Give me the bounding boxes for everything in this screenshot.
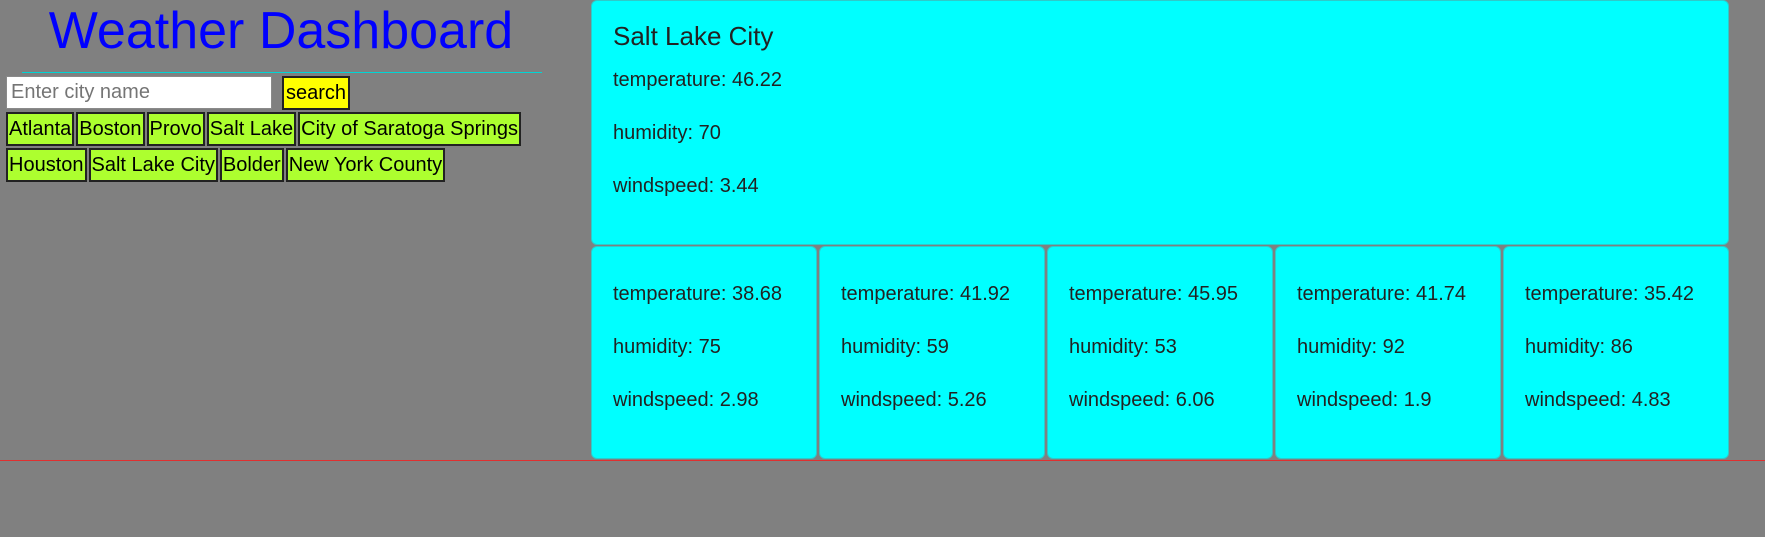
current-weather-card: Salt Lake City temperature: 46.22 humidi… xyxy=(591,0,1729,245)
forecast-humidity: humidity: 86 xyxy=(1525,336,1633,358)
forecast-windspeed: windspeed: 5.26 xyxy=(841,389,987,411)
app-root: Weather Dashboard search Atlanta Boston … xyxy=(0,0,1765,537)
history-city-button[interactable]: Atlanta xyxy=(6,112,75,146)
history-city-button[interactable]: New York County xyxy=(285,148,446,182)
forecast-temperature: temperature: 41.92 xyxy=(841,283,1010,305)
title-divider xyxy=(22,72,542,73)
history-city-button[interactable]: Bolder xyxy=(219,148,284,182)
page-title: Weather Dashboard xyxy=(48,2,514,60)
forecast-card: temperature: 38.68 humidity: 75 windspee… xyxy=(591,246,817,459)
forecast-temperature: temperature: 41.74 xyxy=(1297,283,1466,305)
history-city-button[interactable]: Salt Lake City xyxy=(88,148,218,182)
forecast-humidity: humidity: 53 xyxy=(1069,336,1177,358)
forecast-temperature: temperature: 45.95 xyxy=(1069,283,1238,305)
forecast-card: temperature: 41.92 humidity: 59 windspee… xyxy=(819,246,1045,459)
search-input[interactable] xyxy=(6,76,272,109)
history-row: Atlanta Boston Provo Salt Lake City of S… xyxy=(6,112,521,146)
search-button[interactable]: search xyxy=(282,76,351,110)
current-temperature: temperature: 46.22 xyxy=(613,69,782,91)
history-city-button[interactable]: City of Saratoga Springs xyxy=(298,112,521,146)
forecast-humidity: humidity: 92 xyxy=(1297,336,1405,358)
forecast-windspeed: windspeed: 6.06 xyxy=(1069,389,1215,411)
history-city-button[interactable]: Houston xyxy=(6,148,87,182)
current-humidity: humidity: 70 xyxy=(613,122,721,144)
current-windspeed: windspeed: 3.44 xyxy=(613,175,759,197)
forecast-card: temperature: 41.74 humidity: 92 windspee… xyxy=(1275,246,1501,459)
forecast-temperature: temperature: 38.68 xyxy=(613,283,782,305)
history-row: Houston Salt Lake City Bolder New York C… xyxy=(6,148,446,182)
current-city-name: Salt Lake City xyxy=(613,21,774,51)
forecast-windspeed: windspeed: 1.9 xyxy=(1297,389,1432,411)
history-city-button[interactable]: Boston xyxy=(76,112,145,146)
forecast-card: temperature: 35.42 humidity: 86 windspee… xyxy=(1503,246,1729,459)
forecast-temperature: temperature: 35.42 xyxy=(1525,283,1694,305)
bottom-divider xyxy=(0,460,1765,461)
history-city-button[interactable]: Salt Lake xyxy=(206,112,297,146)
forecast-card: temperature: 45.95 humidity: 53 windspee… xyxy=(1047,246,1273,459)
forecast-windspeed: windspeed: 4.83 xyxy=(1525,389,1671,411)
forecast-windspeed: windspeed: 2.98 xyxy=(613,389,759,411)
forecast-humidity: humidity: 59 xyxy=(841,336,949,358)
forecast-humidity: humidity: 75 xyxy=(613,336,721,358)
history-city-button[interactable]: Provo xyxy=(146,112,205,146)
